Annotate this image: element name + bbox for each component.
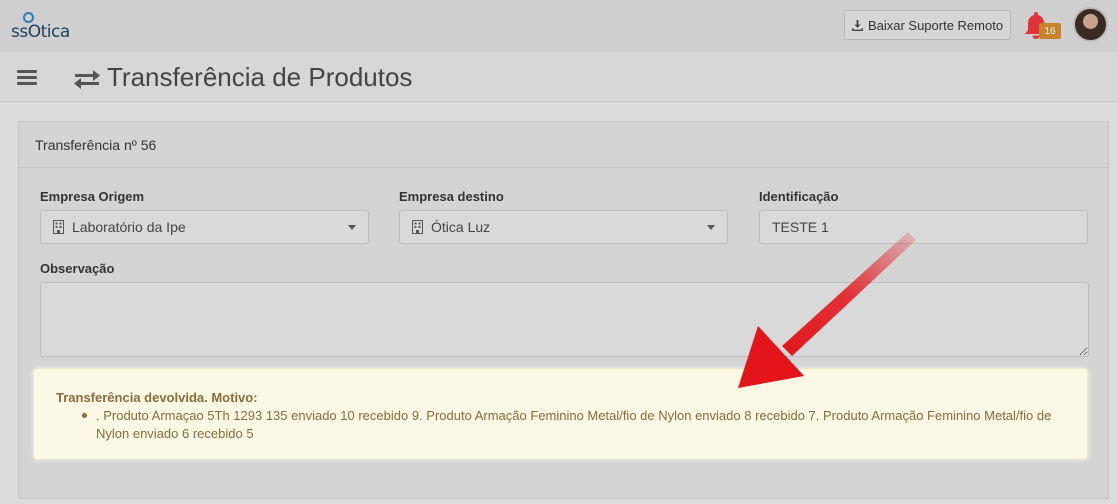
destination-company-select[interactable]: Ótica Luz <box>399 210 728 244</box>
logo[interactable]: ssOtica <box>11 12 75 42</box>
notifications-button[interactable]: 16 <box>1022 10 1062 42</box>
building-icon <box>412 220 423 234</box>
identification-input[interactable] <box>759 210 1088 244</box>
download-remote-support-button[interactable]: Baixar Suporte Remoto <box>844 10 1011 40</box>
notification-count-badge: 16 <box>1039 23 1061 39</box>
returned-transfer-alert: Transferência devolvida. Motivo: . Produ… <box>33 368 1088 460</box>
menu-toggle-icon[interactable] <box>17 70 37 86</box>
alert-title: Transferência devolvida. Motivo: <box>56 390 258 405</box>
user-avatar[interactable] <box>1073 7 1108 42</box>
observation-textarea[interactable] <box>40 282 1089 357</box>
transfer-number-title: Transferência nº 56 <box>35 137 157 153</box>
building-icon <box>53 220 64 234</box>
bullet-icon <box>82 413 87 418</box>
identification-label: Identificação <box>759 189 839 204</box>
chevron-down-icon <box>707 225 715 230</box>
origin-company-value: Laboratório da Ipe <box>72 219 186 235</box>
transfer-arrows-icon <box>74 70 100 89</box>
origin-company-label: Empresa Origem <box>40 189 145 204</box>
origin-company-select[interactable]: Laboratório da Ipe <box>40 210 369 244</box>
destination-company-value: Ótica Luz <box>431 219 491 235</box>
page-title: Transferência de Produtos <box>107 62 413 92</box>
download-icon <box>851 19 863 31</box>
logo-text: ssOtica <box>11 22 70 42</box>
download-remote-support-label: Baixar Suporte Remoto <box>867 17 1004 33</box>
top-bar: ssOtica Baixar Suporte Remoto 16 <box>0 0 1118 52</box>
chevron-down-icon <box>348 225 356 230</box>
alert-reason-item: . Produto Armaçao 5Th 1293 135 enviado 1… <box>96 408 1052 441</box>
title-bar: Transferência de Produtos <box>0 52 1118 102</box>
destination-company-label: Empresa destino <box>399 189 504 204</box>
alert-reason-list: . Produto Armaçao 5Th 1293 135 enviado 1… <box>82 407 1056 443</box>
observation-label: Observação <box>40 261 115 276</box>
panel-header: Transferência nº 56 <box>19 122 1108 168</box>
